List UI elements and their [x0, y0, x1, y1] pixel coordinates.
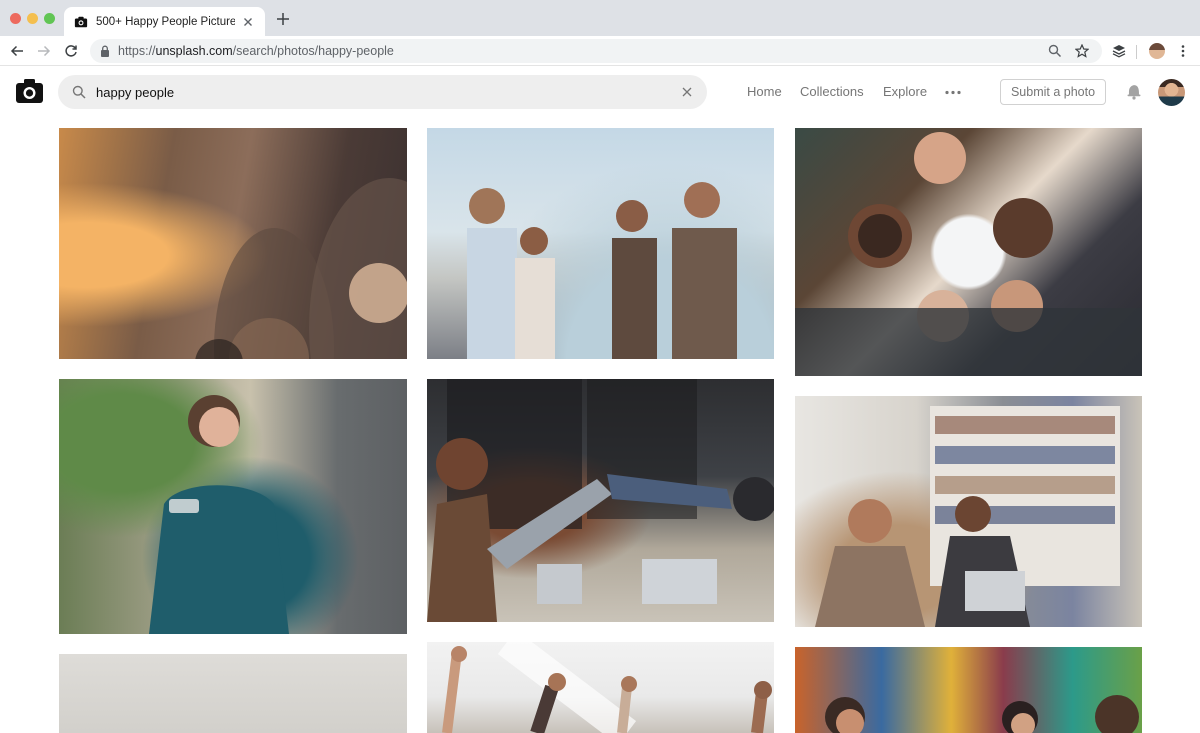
tab-title: 500+ Happy People Pictures | — [96, 15, 235, 28]
window-minimize-button[interactable] — [27, 13, 38, 24]
photo-content — [467, 182, 737, 359]
photo-content — [427, 379, 774, 622]
search-bar — [58, 75, 707, 109]
browser-titlebar: 500+ Happy People Pictures | — [0, 0, 1200, 36]
photo-content — [149, 395, 289, 634]
profile-avatar[interactable] — [1149, 43, 1165, 59]
browser-tab-active[interactable]: 500+ Happy People Pictures | — [64, 7, 265, 36]
url-text: https://unsplash.com/search/photos/happy… — [118, 44, 394, 58]
photo-tile-7[interactable] — [59, 654, 407, 733]
photo-tile-6[interactable] — [795, 396, 1142, 627]
url-scheme: https:// — [118, 44, 156, 58]
toolbar-divider — [1136, 45, 1137, 59]
nav-collections-link[interactable]: Collections — [800, 84, 864, 99]
photo-content — [825, 695, 1139, 733]
layers-extension-icon[interactable] — [1112, 44, 1126, 58]
photo-content — [442, 642, 772, 733]
photo-content — [195, 178, 407, 359]
photo-tile-8[interactable] — [427, 642, 774, 733]
ellipsis-icon[interactable] — [945, 90, 961, 95]
url-path: /search/photos/happy-people — [232, 44, 394, 58]
photo-tile-9[interactable] — [795, 647, 1142, 733]
site-header: Home Collections Explore Submit a photo — [0, 66, 1200, 120]
photo-tile-1[interactable] — [59, 128, 407, 359]
user-avatar[interactable] — [1158, 79, 1185, 106]
url-host: unsplash.com — [155, 44, 233, 58]
photo-content — [795, 132, 1142, 376]
browser-toolbar: https://unsplash.com/search/photos/happy… — [0, 36, 1200, 66]
photo-content — [815, 406, 1120, 627]
photo-tile-3[interactable] — [795, 128, 1142, 376]
search-icon — [72, 85, 86, 99]
camera-icon — [74, 16, 88, 27]
lock-icon — [101, 45, 109, 57]
photo-tile-4[interactable] — [59, 379, 407, 634]
bookmark-star-icon[interactable] — [1075, 44, 1089, 58]
camera-icon[interactable] — [16, 79, 43, 103]
bell-icon[interactable] — [1126, 82, 1142, 100]
address-bar[interactable]: https://unsplash.com/search/photos/happy… — [90, 39, 1102, 63]
submit-photo-button[interactable]: Submit a photo — [1000, 79, 1106, 105]
search-input[interactable] — [96, 84, 681, 100]
photo-tile-5[interactable] — [427, 379, 774, 622]
nav-explore-link[interactable]: Explore — [883, 84, 927, 99]
close-icon[interactable] — [241, 15, 255, 29]
close-icon[interactable] — [681, 86, 693, 98]
window-zoom-button[interactable] — [44, 13, 55, 24]
nav-home-link[interactable]: Home — [747, 84, 782, 99]
photo-tile-2[interactable] — [427, 128, 774, 359]
forward-arrow-icon[interactable] — [37, 44, 51, 58]
zoom-icon[interactable] — [1048, 44, 1062, 58]
back-arrow-icon[interactable] — [10, 44, 24, 58]
reload-icon[interactable] — [64, 44, 78, 58]
new-tab-icon[interactable] — [276, 12, 290, 26]
window-close-button[interactable] — [10, 13, 21, 24]
kebab-menu-icon[interactable] — [1176, 44, 1190, 58]
